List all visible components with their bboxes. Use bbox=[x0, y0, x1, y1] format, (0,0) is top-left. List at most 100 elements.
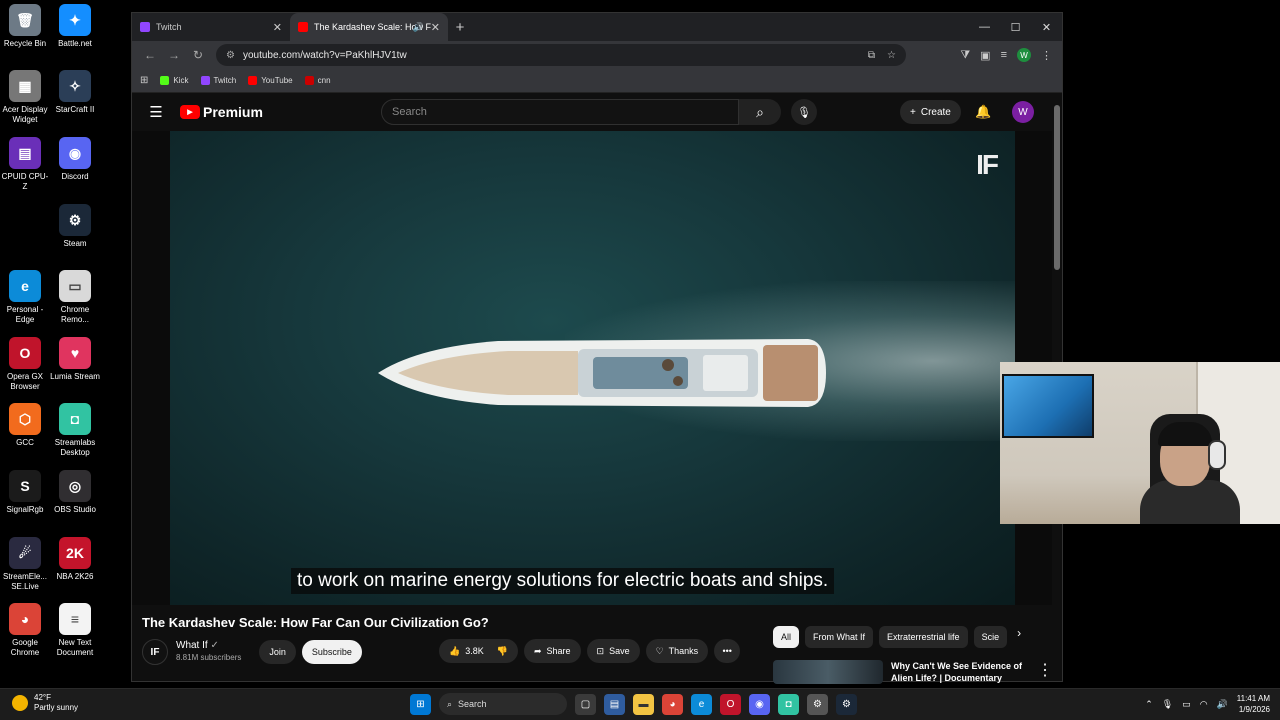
apps-grid-icon[interactable]: ⊞ bbox=[140, 75, 148, 86]
wifi-icon[interactable]: ◠ bbox=[1200, 699, 1208, 710]
desktop-icon[interactable]: ◘ Streamlabs Desktop bbox=[50, 403, 100, 458]
video-player[interactable]: IF to work on marine energy solutions fo… bbox=[132, 131, 1052, 605]
edge-icon[interactable]: e bbox=[691, 693, 712, 715]
subscribe-button[interactable]: Subscribe bbox=[301, 640, 362, 664]
desktop-icon[interactable]: S SignalRgb bbox=[0, 470, 50, 515]
extensions-icon[interactable]: ⧩ bbox=[960, 49, 970, 62]
bookmark-twitch[interactable]: Twitch bbox=[200, 76, 237, 85]
desktop-icon[interactable]: ▭ Chrome Remo... bbox=[50, 270, 100, 325]
desktop-icon[interactable]: ✦ Battle.net bbox=[50, 4, 100, 49]
desktop-icon[interactable]: O Opera GX Browser bbox=[0, 337, 50, 392]
chip-science[interactable]: Scie bbox=[973, 626, 1008, 648]
recommended-video[interactable]: Why Can't We See Evidence of Alien Life?… bbox=[773, 660, 1053, 684]
tab-twitch[interactable]: Twitch ✕ bbox=[132, 13, 290, 41]
desktop-icon[interactable]: ⬡ GCC bbox=[0, 403, 50, 448]
menu-kebab-icon[interactable]: ⋮ bbox=[1041, 49, 1052, 62]
desktop-icon[interactable]: ☄ StreamEle... SE.Live bbox=[0, 537, 50, 592]
desktop-icon[interactable]: ▤ CPUID CPU-Z bbox=[0, 137, 50, 192]
temperature: 42°F bbox=[34, 693, 51, 702]
chip-extraterrestrial[interactable]: Extraterrestrial life bbox=[879, 626, 968, 648]
discord-icon[interactable]: ◉ bbox=[749, 693, 770, 715]
minimize-button[interactable]: — bbox=[969, 13, 1000, 41]
search-button[interactable]: ⌕ bbox=[739, 99, 781, 125]
chevron-up-icon[interactable]: ⌃ bbox=[1145, 699, 1153, 710]
address-bar[interactable]: ⚙ youtube.com/watch?v=PaKhlHJV1tw ⧉ ☆ bbox=[216, 44, 906, 66]
page-scrollbar[interactable] bbox=[1054, 105, 1060, 270]
new-tab-button[interactable]: + bbox=[448, 19, 472, 36]
close-tab-icon[interactable]: ✕ bbox=[431, 21, 440, 34]
hamburger-menu-icon[interactable]: ☰ bbox=[132, 103, 180, 121]
thumbs-down-icon[interactable]: 👎 bbox=[497, 646, 508, 657]
rec-more-icon[interactable]: ⋮ bbox=[1037, 660, 1053, 684]
channel-name[interactable]: What If bbox=[176, 640, 208, 651]
recommended-title[interactable]: Why Can't We See Evidence of Alien Life?… bbox=[891, 660, 1031, 684]
microphone-icon[interactable]: 🎙 bbox=[1162, 699, 1173, 710]
bookmark-youtube[interactable]: YouTube bbox=[248, 76, 293, 85]
save-label: Save bbox=[609, 646, 630, 656]
desktop-icon[interactable]: ✧ StarCraft II bbox=[50, 70, 100, 115]
install-app-icon[interactable]: ⧉ bbox=[868, 50, 875, 61]
logo-text: Premium bbox=[203, 104, 263, 120]
recommended-thumbnail[interactable] bbox=[773, 660, 883, 684]
bookmark-label: Twitch bbox=[213, 76, 237, 85]
desktop-icon[interactable]: 2K NBA 2K26 bbox=[50, 537, 100, 582]
streamlabs-icon[interactable]: ◘ bbox=[778, 693, 799, 715]
join-button[interactable]: Join bbox=[259, 640, 296, 664]
reading-list-icon[interactable]: ≡ bbox=[1001, 49, 1007, 61]
bookmark-cnn[interactable]: cnn bbox=[304, 76, 331, 85]
forward-button[interactable]: → bbox=[162, 48, 186, 62]
bookmark-star-icon[interactable]: ☆ bbox=[887, 50, 896, 61]
desktop-icon[interactable]: ♥ Lumia Stream bbox=[50, 337, 100, 382]
windows-start-icon[interactable]: ⊞ bbox=[410, 693, 431, 715]
search-input[interactable]: Search bbox=[381, 99, 739, 125]
chrome-icon[interactable]: ◕ bbox=[662, 693, 683, 715]
thumbs-up-icon[interactable]: 👍 bbox=[449, 646, 460, 657]
video-frame[interactable]: IF to work on marine energy solutions fo… bbox=[170, 131, 1015, 605]
chevron-right-icon[interactable]: › bbox=[1017, 626, 1021, 648]
voice-search-button[interactable]: 🎙 bbox=[791, 99, 817, 125]
split-view-icon[interactable]: ▣ bbox=[980, 49, 990, 62]
taskbar-search[interactable]: ⌕ Search bbox=[439, 693, 567, 715]
desktop-icon[interactable]: ≡ New Text Document bbox=[50, 603, 100, 658]
desktop-icon[interactable]: ⚙ Steam bbox=[50, 204, 100, 249]
youtube-logo[interactable]: ▶ Premium bbox=[180, 104, 263, 120]
app-icon: ☄ bbox=[9, 537, 41, 569]
display-icon[interactable]: ▭ bbox=[1182, 699, 1191, 710]
maximize-button[interactable]: ☐ bbox=[1000, 13, 1031, 41]
share-button[interactable]: ➦ Share bbox=[523, 639, 581, 663]
save-button[interactable]: ⊡ Save bbox=[586, 639, 640, 663]
site-info-icon[interactable]: ⚙ bbox=[226, 50, 235, 61]
clock[interactable]: 11:41 AM 1/9/2026 bbox=[1237, 693, 1270, 715]
more-actions-button[interactable]: ••• bbox=[714, 639, 741, 663]
notifications-bell-icon[interactable]: 🔔 bbox=[975, 104, 991, 120]
desktop-icon[interactable]: ◎ OBS Studio bbox=[50, 470, 100, 515]
profile-avatar[interactable]: W bbox=[1017, 48, 1031, 62]
chip-from-channel[interactable]: From What If bbox=[805, 626, 874, 648]
desktop-icon[interactable]: ◕ Google Chrome bbox=[0, 603, 50, 658]
steam-icon[interactable]: ⚙ bbox=[836, 693, 857, 715]
back-button[interactable]: ← bbox=[138, 48, 162, 62]
desktop-icon[interactable]: e Personal - Edge bbox=[0, 270, 50, 325]
desktop-icon[interactable]: ▦ Acer Display Widget bbox=[0, 70, 50, 125]
close-tab-icon[interactable]: ✕ bbox=[273, 21, 282, 34]
file-explorer-icon[interactable]: ▬ bbox=[633, 693, 654, 715]
like-dislike-button[interactable]: 👍 3.8K 👎 bbox=[439, 639, 518, 663]
channel-avatar[interactable]: IF bbox=[142, 639, 168, 665]
desktop-icon[interactable]: ◉ Discord bbox=[50, 137, 100, 182]
widgets-icon[interactable]: ▤ bbox=[604, 693, 625, 715]
chip-all[interactable]: All bbox=[773, 626, 800, 648]
weather-widget[interactable]: 42°F Partly sunny bbox=[12, 693, 78, 713]
create-button[interactable]: + Create bbox=[900, 100, 961, 124]
volume-icon[interactable]: 🔊 bbox=[1217, 699, 1228, 710]
tab-youtube[interactable]: The Kardashev Scale: How F 🔊 ✕ bbox=[290, 13, 448, 41]
bookmark-kick[interactable]: Kick bbox=[160, 76, 189, 85]
settings-gear-icon[interactable]: ⚙ bbox=[807, 693, 828, 715]
speaker-icon[interactable]: 🔊 bbox=[413, 22, 424, 33]
account-avatar[interactable]: W bbox=[1012, 101, 1034, 123]
task-view-icon[interactable]: ▢ bbox=[575, 693, 596, 715]
reload-button[interactable]: ↻ bbox=[186, 48, 210, 62]
close-window-button[interactable]: ✕ bbox=[1031, 13, 1062, 41]
desktop-icon[interactable]: 🗑 Recycle Bin bbox=[0, 4, 50, 49]
thanks-button[interactable]: ♡ Thanks bbox=[645, 639, 709, 663]
opera-gx-icon[interactable]: O bbox=[720, 693, 741, 715]
